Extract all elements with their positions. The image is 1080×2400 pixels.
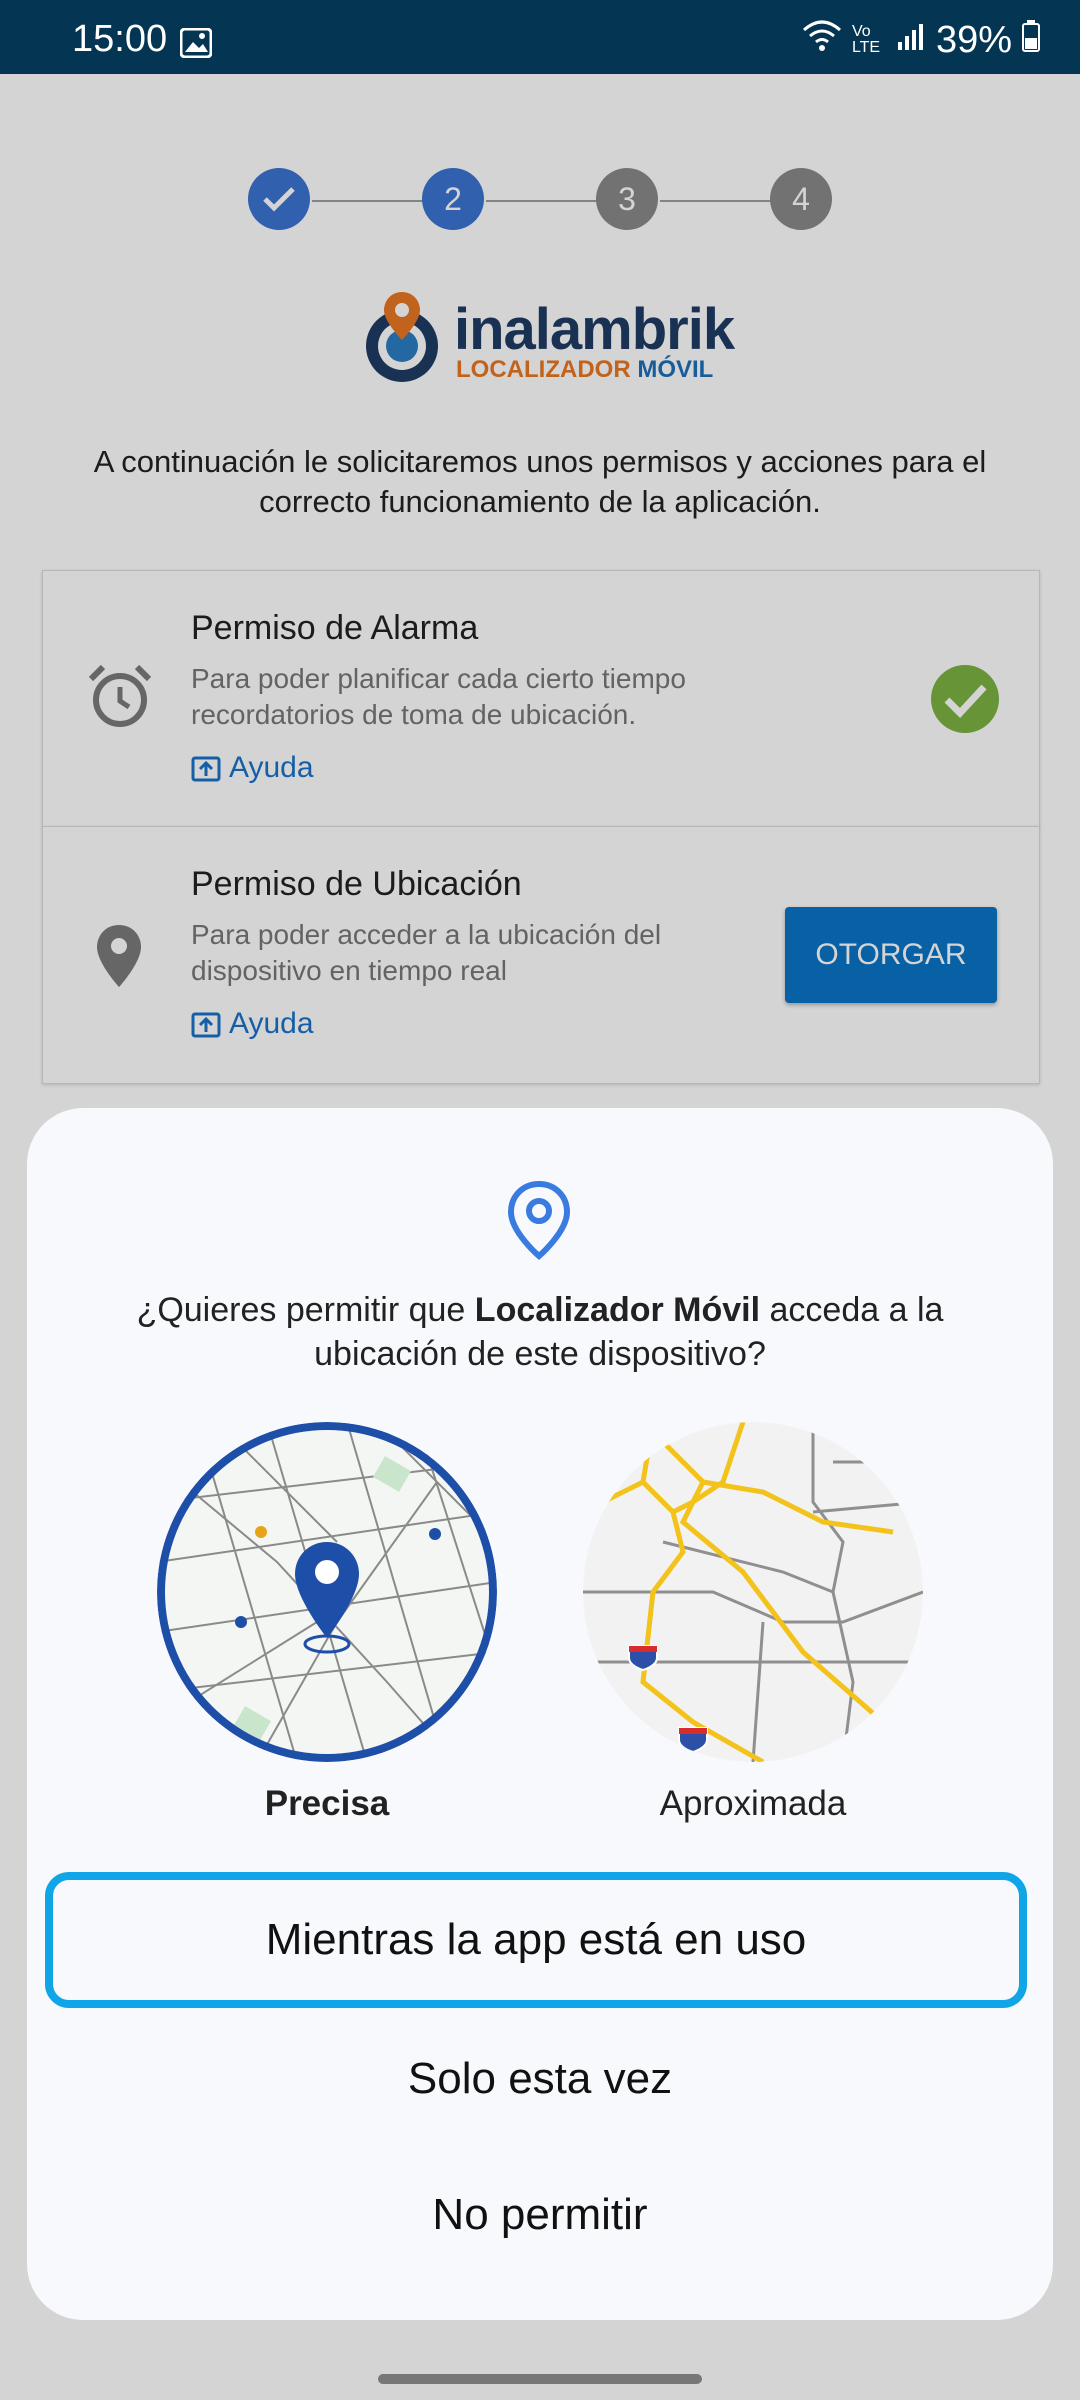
gesture-bar <box>0 2360 1080 2400</box>
location-permission-dialog: ¿Quieres permitir que Localizador Móvil … <box>27 1108 1053 2320</box>
question-prefix: ¿Quieres permitir que <box>136 1291 475 1329</box>
precise-location-option[interactable] <box>157 1422 497 1762</box>
status-bar: 15:00 Vo LTE 39% <box>0 0 1080 74</box>
status-time: 15:00 <box>72 18 168 60</box>
deny-button[interactable]: No permitir <box>27 2190 1053 2240</box>
app-name: Localizador Móvil <box>474 1291 761 1329</box>
approximate-map-icon <box>583 1422 923 1762</box>
allow-once-button[interactable]: Solo esta vez <box>27 2054 1053 2104</box>
precise-label: Precisa <box>264 1784 390 1823</box>
approximate-label: Aproximada <box>659 1784 847 1823</box>
precise-map-icon <box>157 1422 497 1762</box>
approximate-location-option[interactable] <box>583 1422 923 1762</box>
image-notification-icon <box>179 27 213 63</box>
location-pin-icon <box>506 1180 572 1265</box>
battery-icon <box>1022 19 1040 62</box>
wifi-icon <box>802 18 842 62</box>
network-type: Vo LTE <box>851 23 881 56</box>
signal-icon <box>896 19 926 62</box>
battery-level: 39% <box>935 18 1012 61</box>
dialog-question: ¿Quieres permitir que Localizador Móvil … <box>97 1288 983 1376</box>
home-gesture-handle[interactable] <box>378 2374 702 2384</box>
allow-while-in-use-button[interactable]: Mientras la app está en uso <box>45 1872 1027 2008</box>
